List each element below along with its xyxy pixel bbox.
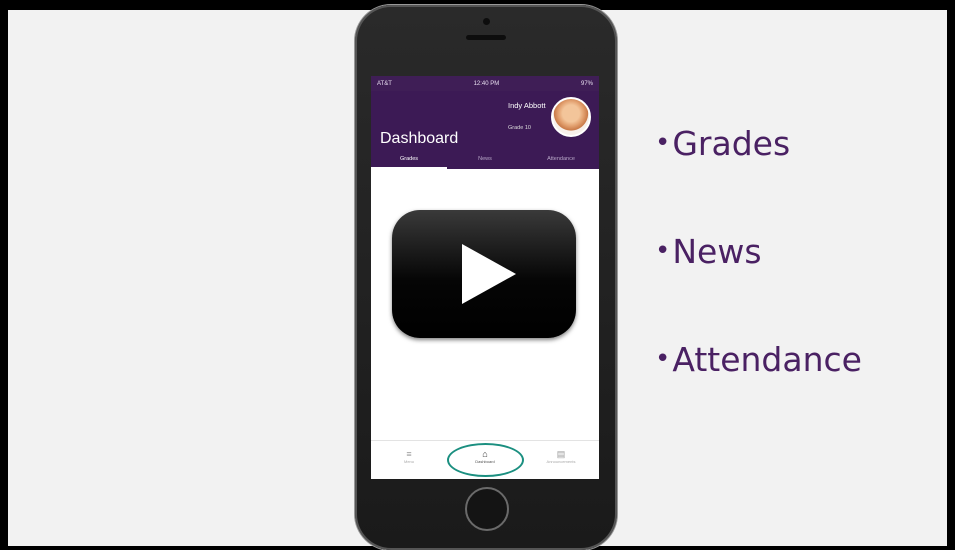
- feature-list: •Grades •News •Attendance: [655, 110, 862, 434]
- nav-item-menu[interactable]: ≡ Menu: [379, 449, 439, 464]
- menu-icon: ≡: [406, 448, 412, 459]
- calendar-icon: ▤: [556, 448, 566, 459]
- carrier-label: AT&T: [377, 80, 392, 87]
- avatar[interactable]: [551, 97, 591, 137]
- play-icon: [462, 244, 516, 304]
- bullet-icon: •: [655, 236, 671, 266]
- user-grade: Grade 10: [508, 125, 531, 131]
- video-play-button[interactable]: [392, 210, 576, 338]
- tab-news[interactable]: News: [447, 149, 523, 169]
- tab-grades[interactable]: Grades: [371, 149, 447, 169]
- nav-item-announcements[interactable]: ▤ Announcements: [531, 449, 591, 464]
- bullet-icon: •: [655, 344, 671, 374]
- status-bar: AT&T 12:40 PM 97%: [371, 76, 599, 91]
- camera-icon: [483, 18, 490, 25]
- list-item: •Grades: [655, 110, 862, 218]
- home-button[interactable]: [465, 487, 509, 531]
- tab-attendance[interactable]: Attendance: [523, 149, 599, 169]
- bullet-text: Grades: [672, 124, 791, 163]
- bullet-icon: •: [655, 128, 671, 158]
- user-name: Indy Abbott: [508, 101, 546, 110]
- tab-bar: Grades News Attendance: [371, 149, 599, 169]
- app-header: Dashboard Indy Abbott Grade 10 Grades Ne…: [371, 91, 599, 169]
- bullet-text: News: [672, 232, 762, 271]
- dashboard-highlight-ring: [447, 443, 524, 477]
- battery-label: 97%: [580, 80, 593, 87]
- page-title: Dashboard: [380, 130, 459, 147]
- bullet-text: Attendance: [672, 340, 862, 379]
- nav-label: Menu: [403, 458, 414, 464]
- clock-label: 12:40 PM: [473, 80, 500, 87]
- speaker-grille: [466, 35, 506, 40]
- list-item: •Attendance: [655, 326, 862, 434]
- nav-label: Announcements: [546, 458, 576, 464]
- list-item: •News: [655, 218, 862, 326]
